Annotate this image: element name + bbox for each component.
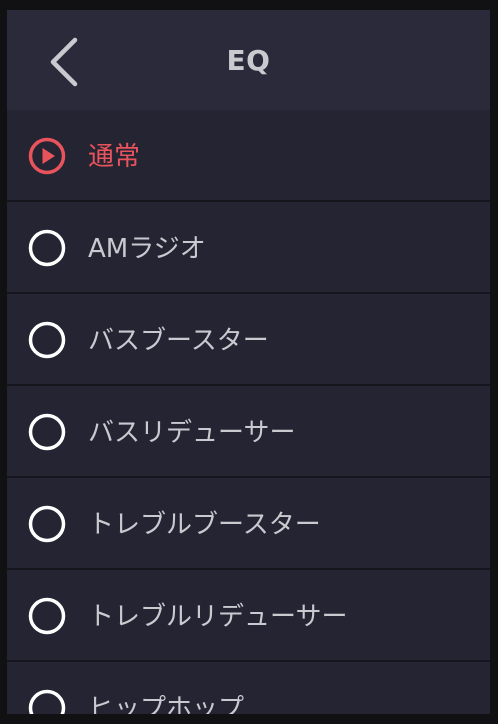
- back-button[interactable]: [37, 32, 93, 92]
- eq-preset-list: 通常 AMラジオ バスブースター バスリデューサー トレブルブースター トレブル…: [7, 110, 490, 714]
- eq-preset-item[interactable]: AMラジオ: [7, 202, 490, 294]
- header-bar: EQ: [7, 10, 490, 110]
- radio-selected-play-icon: [28, 137, 66, 175]
- radio-unselected-icon: [28, 689, 66, 714]
- eq-preset-item[interactable]: トレブルブースター: [7, 478, 490, 570]
- eq-preset-label: トレブルブースター: [88, 510, 321, 540]
- chevron-left-icon: [50, 37, 78, 87]
- eq-screen: EQ 通常 AMラジオ バスブースター バスリデューサー トレブルブースター ト…: [7, 10, 490, 714]
- eq-preset-item[interactable]: ヒップホップ: [7, 662, 490, 714]
- eq-preset-label: トレブルリデューサー: [88, 602, 348, 632]
- device-frame: EQ 通常 AMラジオ バスブースター バスリデューサー トレブルブースター ト…: [0, 0, 498, 724]
- radio-unselected-icon: [28, 413, 66, 451]
- radio-unselected-icon: [28, 505, 66, 543]
- eq-preset-item[interactable]: バスブースター: [7, 294, 490, 386]
- radio-unselected-icon: [28, 321, 66, 359]
- eq-preset-label: バスリデューサー: [88, 418, 296, 448]
- eq-preset-label: 通常: [88, 142, 141, 172]
- eq-preset-item[interactable]: トレブルリデューサー: [7, 570, 490, 662]
- eq-preset-label: バスブースター: [88, 326, 269, 356]
- eq-preset-label: AMラジオ: [88, 234, 206, 264]
- eq-preset-item[interactable]: バスリデューサー: [7, 386, 490, 478]
- radio-unselected-icon: [28, 229, 66, 267]
- eq-preset-item[interactable]: 通常: [7, 110, 490, 202]
- radio-unselected-icon: [28, 597, 66, 635]
- eq-preset-label: ヒップホップ: [88, 694, 245, 714]
